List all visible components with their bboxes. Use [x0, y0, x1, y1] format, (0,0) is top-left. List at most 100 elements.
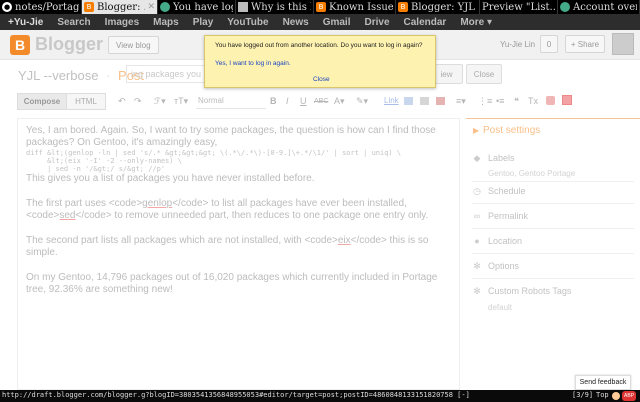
redo-icon[interactable]: ↷ — [134, 96, 142, 107]
tab-label: Preview "List... — [482, 1, 555, 13]
logout-notification: You have logged out from another locatio… — [204, 35, 436, 88]
tab-label: notes/Portage — [15, 1, 79, 13]
gbar-play[interactable]: Play — [186, 17, 221, 28]
gbar-calendar[interactable]: Calendar — [397, 17, 454, 28]
notification-count[interactable]: 0 — [540, 35, 558, 53]
editor-toolbar: Compose HTML ↶ ↷ ℱ▾ ᴛT▾ Normal B I U ABC… — [0, 90, 640, 112]
gbar-news[interactable]: News — [276, 17, 316, 28]
divider — [472, 181, 634, 182]
sidebar-item-schedule[interactable]: ◷ Schedule — [472, 184, 526, 198]
caret-right-icon: ▶ — [473, 126, 480, 135]
bullet-list-icon[interactable]: •≡ — [496, 96, 504, 107]
status-scroll: Top — [596, 391, 609, 399]
sidebar-item-labels[interactable]: ◆ Labels — [472, 151, 515, 165]
post-editor[interactable]: Yes, I am bored. Again. So, I want to tr… — [17, 118, 460, 390]
send-feedback-button[interactable]: Send feedback — [575, 375, 631, 390]
extension-icon[interactable] — [612, 392, 620, 400]
text-run-misspelled: eix — [337, 235, 351, 246]
close-button[interactable]: Close — [466, 64, 502, 84]
sidebar-item-label: Schedule — [488, 186, 526, 196]
blog-name[interactable]: YJL --verbose — [18, 68, 98, 83]
tab-preview-list[interactable]: Preview "List... — [480, 0, 558, 14]
clock-icon: ◷ — [473, 185, 481, 196]
gbar-images[interactable]: Images — [98, 17, 146, 28]
tab-label: Why is this h... — [251, 1, 311, 13]
image-icon[interactable] — [404, 97, 413, 105]
notification-close-link[interactable]: Close — [313, 76, 330, 83]
strikethrough-button[interactable]: ABC — [314, 96, 328, 107]
avatar[interactable] — [612, 33, 634, 55]
text-run: The first part uses <code> — [26, 198, 143, 209]
sidebar-item-label: Labels — [488, 153, 515, 163]
gear-icon: ✻ — [473, 285, 481, 296]
italic-button[interactable]: I — [286, 96, 289, 107]
editor-paragraph-5: On my Gentoo, 14,796 packages out of 16,… — [26, 272, 438, 295]
editor-paragraph-3: The first part uses <code>genlop</code> … — [26, 198, 451, 222]
editor-code-block: diff &lt;(genlop -ln | sed 's/.* &gt;&gt… — [26, 149, 402, 173]
tab-blogger-yjl[interactable]: B Blogger: YJL ... — [396, 0, 480, 14]
font-family-icon[interactable]: ℱ▾ — [154, 96, 166, 107]
blogger-icon: B — [398, 2, 408, 12]
gbar-maps[interactable]: Maps — [146, 17, 186, 28]
blogger-icon: B — [10, 34, 30, 55]
sidebar-item-label: Location — [488, 236, 523, 246]
login-again-link[interactable]: Yes, I want to log in again. — [215, 60, 291, 67]
blogger-icon: B — [84, 2, 94, 12]
gbar-user[interactable]: +Yu-Jie — [0, 17, 50, 28]
align-icon[interactable]: ≡▾ — [456, 96, 466, 107]
google-icon — [560, 2, 570, 12]
divider — [472, 203, 634, 204]
blogger-logo[interactable]: B Blogger — [10, 34, 103, 55]
tab-why-is-this[interactable]: Why is this h... — [236, 0, 314, 14]
sidebar-item-permalink[interactable]: ∞ Permalink — [472, 209, 528, 223]
github-icon: ● — [2, 2, 12, 12]
tab-logged-out[interactable]: You have log... — [158, 0, 236, 14]
gbar-drive[interactable]: Drive — [358, 17, 397, 28]
tab-label: Account over... — [573, 1, 637, 13]
sidebar-item-custom-robots[interactable]: ✻ Custom Robots Tags — [472, 284, 571, 298]
jump-break-icon[interactable] — [436, 97, 445, 105]
editor-paragraph-4: The second part lists all packages which… — [26, 235, 451, 259]
status-position: [3/9] — [572, 391, 594, 399]
sidebar-item-options[interactable]: ✻ Options — [472, 259, 519, 273]
link-button[interactable]: Link — [384, 96, 399, 105]
tab-blogger-active[interactable]: B Blogger: ... ✕ — [82, 0, 158, 14]
google-bar: +Yu-Jie Search Images Maps Play YouTube … — [0, 14, 640, 30]
gbar-more[interactable]: More ▾ — [453, 17, 499, 28]
input-tools-icon[interactable] — [562, 95, 572, 105]
gbar-youtube[interactable]: YouTube — [220, 17, 275, 28]
quote-icon[interactable]: ❝ — [514, 96, 519, 107]
gbar-search[interactable]: Search — [50, 17, 97, 28]
tab-known-issues[interactable]: B Known Issue... — [314, 0, 396, 14]
post-settings-header[interactable]: ▶ Post settings — [466, 118, 640, 142]
share-button[interactable]: + Share — [565, 35, 605, 53]
underline-button[interactable]: U — [300, 96, 307, 107]
editor-paragraph-2: This gives you a list of packages you ha… — [26, 173, 315, 184]
view-blog-button[interactable]: View blog — [108, 36, 159, 54]
labels-value: Gentoo, Gentoo Portage — [488, 169, 576, 178]
robots-value: default — [488, 303, 513, 312]
user-name[interactable]: Yu-Jie Lin — [500, 40, 535, 49]
bold-button[interactable]: B — [270, 96, 277, 107]
font-size-icon[interactable]: ᴛT▾ — [174, 96, 188, 107]
undo-icon[interactable]: ↶ — [118, 96, 126, 107]
close-icon[interactable]: ✕ — [147, 2, 155, 12]
spellcheck-icon[interactable] — [546, 96, 555, 105]
adblock-icon[interactable]: ABP — [622, 391, 636, 401]
highlight-color-icon[interactable]: ✎▾ — [356, 96, 368, 107]
compose-mode-button[interactable]: Compose — [17, 93, 67, 110]
format-select[interactable]: Normal — [196, 94, 266, 109]
tab-account-overview[interactable]: Account over... — [558, 0, 640, 14]
clear-formatting-icon[interactable]: Tx — [528, 96, 538, 107]
video-icon[interactable] — [420, 97, 429, 105]
tab-label: Blogger: YJL ... — [411, 1, 477, 13]
numbered-list-icon[interactable]: ⋮≡ — [478, 96, 492, 107]
gbar-gmail[interactable]: Gmail — [316, 17, 358, 28]
sidebar-item-location[interactable]: ● Location — [472, 234, 522, 248]
text-color-icon[interactable]: A▾ — [334, 96, 345, 107]
notification-message: You have logged out from another locatio… — [215, 42, 423, 49]
editor-paragraph-1: Yes, I am bored. Again. So, I want to tr… — [26, 125, 436, 148]
sidebar-item-label: Options — [488, 261, 520, 271]
html-mode-button[interactable]: HTML — [66, 93, 106, 110]
tab-notes-portage[interactable]: ● notes/Portage — [0, 0, 82, 14]
